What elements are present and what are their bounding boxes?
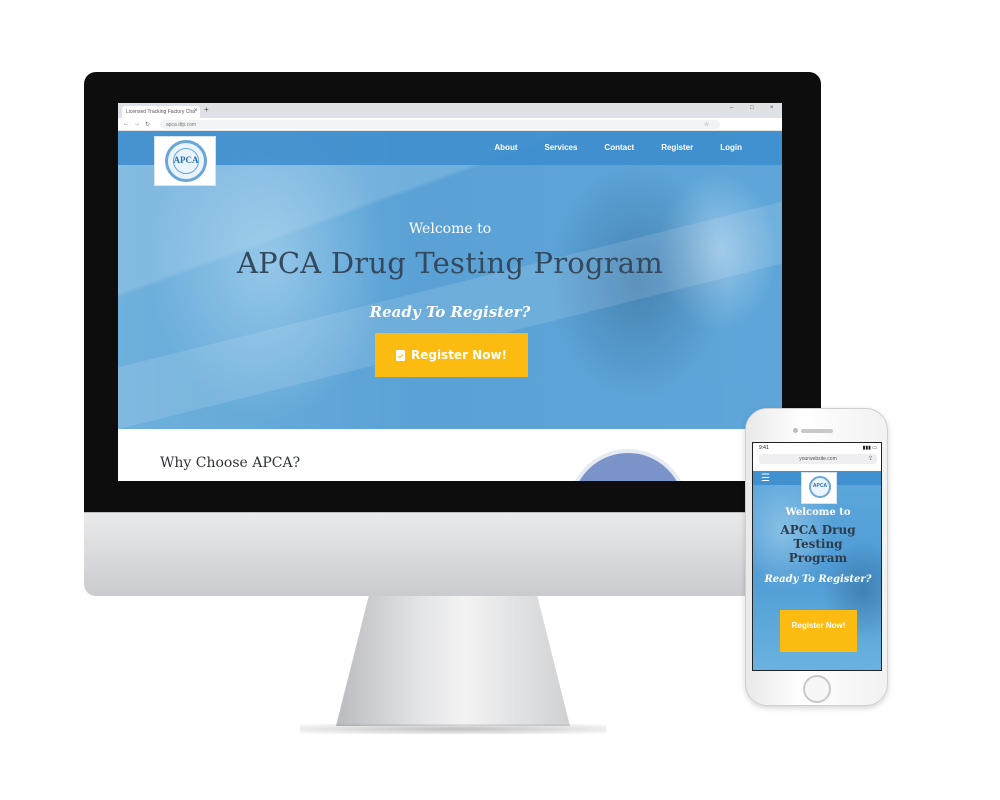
mobile-logo-text: APCA bbox=[812, 483, 828, 489]
browser-tab[interactable]: Licensed Tracking Factory Cha × bbox=[122, 106, 200, 118]
site-navbar: About Services Contact Register Login bbox=[118, 131, 782, 165]
hero-title: APCA Drug Testing Program bbox=[237, 246, 663, 280]
share-icon[interactable]: ⇪ bbox=[868, 455, 873, 462]
mobile-subtitle: Ready To Register? bbox=[764, 574, 872, 585]
register-now-button[interactable]: Register Now! bbox=[375, 333, 528, 377]
browser-address-bar: ← → ↻ apca.dtp.com ☆ bbox=[118, 118, 782, 131]
desktop-screen: Licensed Tracking Factory Cha × + – □ × … bbox=[118, 103, 782, 481]
hero-welcome: Welcome to bbox=[408, 221, 492, 237]
home-button[interactable] bbox=[803, 675, 831, 703]
mobile-url-text: yourwebsite.com bbox=[799, 456, 837, 462]
imac-chin bbox=[84, 512, 821, 596]
mobile-register-now-button[interactable]: Register Now! bbox=[780, 610, 857, 652]
mobile-hero: ☰ APCA Welcome to APCA Drug Testing Prog… bbox=[753, 471, 881, 670]
clipboard-check-icon bbox=[395, 349, 405, 361]
reload-icon[interactable]: ↻ bbox=[145, 121, 150, 128]
nav-links: About Services Contact Register Login bbox=[467, 143, 742, 152]
hero-subtitle: Ready To Register? bbox=[369, 303, 531, 321]
browser-tab-title: Licensed Tracking Factory Cha bbox=[126, 109, 195, 115]
nav-services[interactable]: Services bbox=[545, 143, 578, 152]
mobile-url-bar[interactable]: yourwebsite.com ⇪ bbox=[759, 454, 877, 464]
mobile-title: APCA Drug Testing Program bbox=[780, 523, 856, 565]
url-field[interactable]: apca.dtp.com bbox=[160, 120, 720, 129]
maximize-icon[interactable]: □ bbox=[750, 105, 754, 111]
nav-about[interactable]: About bbox=[494, 143, 517, 152]
minimize-icon[interactable]: – bbox=[730, 105, 733, 111]
phone-screen: 9:41 ▮▮▮ ▭ yourwebsite.com ⇪ ☰ APCA Welc… bbox=[752, 442, 882, 671]
site-logo[interactable]: APCA bbox=[154, 136, 216, 186]
iphone: 9:41 ▮▮▮ ▭ yourwebsite.com ⇪ ☰ APCA Welc… bbox=[745, 408, 888, 706]
why-choose-heading: Why Choose APCA? bbox=[160, 455, 301, 471]
back-arrow-icon[interactable]: ← bbox=[123, 121, 129, 127]
nav-contact[interactable]: Contact bbox=[604, 143, 634, 152]
mobile-welcome: Welcome to bbox=[785, 507, 851, 518]
nav-register[interactable]: Register bbox=[661, 143, 693, 152]
imac-stand-shadow bbox=[300, 724, 606, 734]
hero-section: About Services Contact Register Login AP… bbox=[118, 131, 782, 429]
close-window-icon[interactable]: × bbox=[770, 105, 774, 111]
phone-status-bar: 9:41 ▮▮▮ ▭ bbox=[753, 443, 881, 453]
nav-login[interactable]: Login bbox=[720, 143, 742, 152]
section-circle-graphic bbox=[568, 449, 688, 481]
bookmark-star-icon[interactable]: ☆ bbox=[704, 121, 709, 128]
new-tab-icon[interactable]: + bbox=[204, 105, 209, 114]
imac-stand bbox=[336, 596, 570, 726]
anchor-seal-icon: APCA bbox=[809, 476, 831, 498]
phone-speaker bbox=[801, 429, 833, 433]
mobile-logo[interactable]: APCA bbox=[801, 472, 837, 504]
status-time: 9:41 bbox=[759, 445, 769, 451]
forward-arrow-icon[interactable]: → bbox=[134, 121, 140, 127]
battery-signal-icon: ▮▮▮ ▭ bbox=[862, 445, 877, 451]
browser-tabbar: Licensed Tracking Factory Cha × + – □ × bbox=[118, 103, 782, 118]
register-now-label: Register Now! bbox=[410, 348, 508, 362]
hamburger-menu-icon[interactable]: ☰ bbox=[761, 473, 770, 484]
phone-camera bbox=[793, 428, 798, 433]
logo-text: APCA bbox=[173, 155, 199, 165]
anchor-seal-icon: APCA bbox=[165, 140, 207, 182]
tab-close-icon[interactable]: × bbox=[194, 108, 198, 114]
